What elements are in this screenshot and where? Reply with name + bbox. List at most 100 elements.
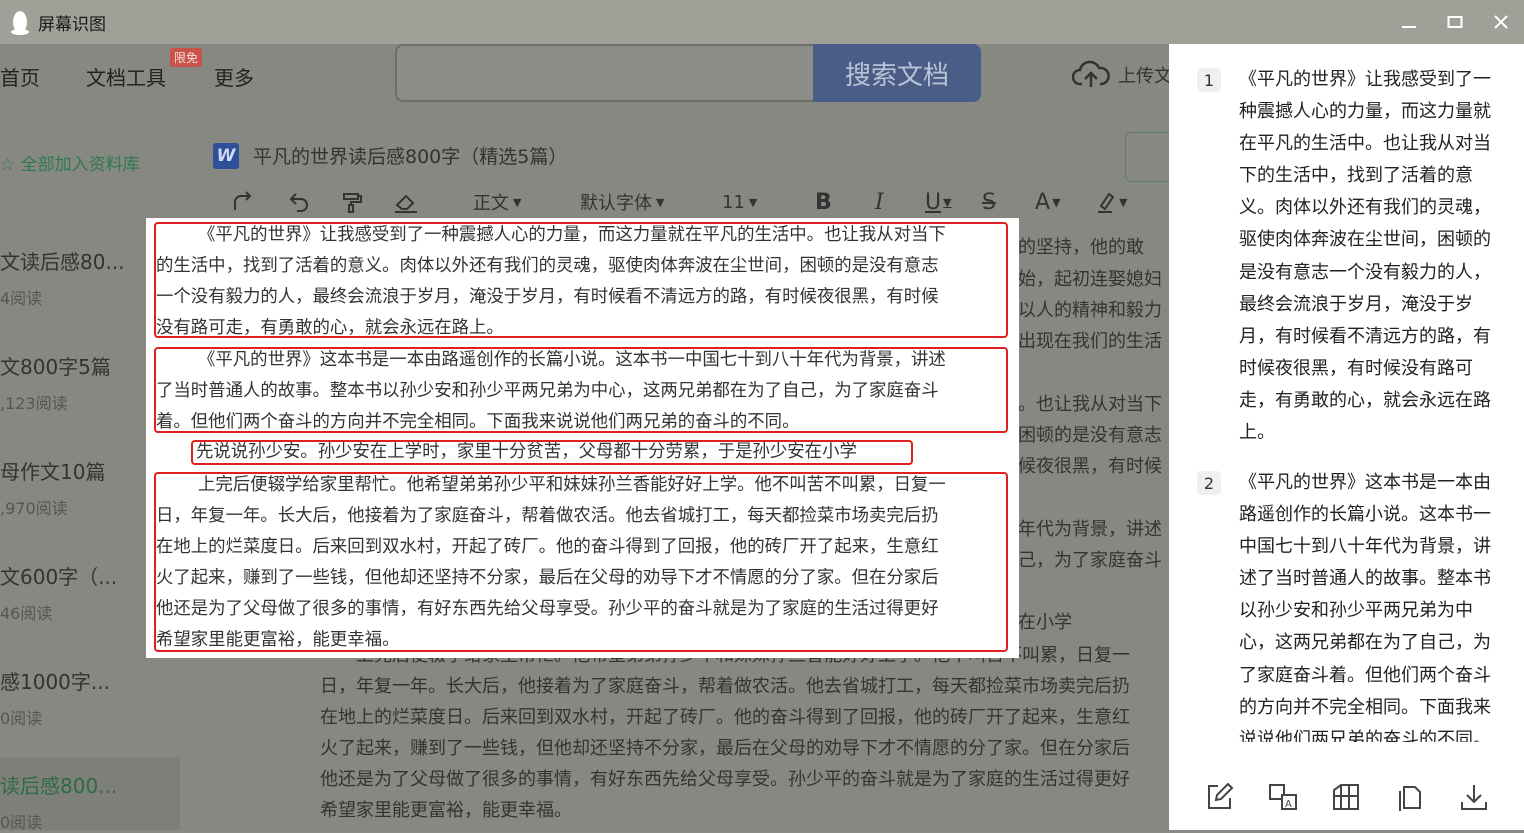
bg-line: 困顿的是没有意志 bbox=[1018, 425, 1162, 446]
ocr-line: 了当时普通人的故事。整本书以孙少安和孙少平两兄弟为中心，这两兄弟都在为了自己，为… bbox=[156, 381, 939, 401]
word-doc-icon: W bbox=[213, 142, 239, 169]
sidebar-doc-item[interactable]: 感1000字... 0阅读 bbox=[0, 666, 180, 729]
translate-icon: A bbox=[1268, 784, 1297, 810]
bg-line: 年代为背景，讲述 bbox=[1018, 519, 1162, 540]
title-bar: 屏幕识图 bbox=[0, 0, 1524, 44]
ocr-line: 他还是为了父母做了很多的事情，有好东西先给父母享受。孙少平的奋斗就是为了家庭的生… bbox=[156, 599, 939, 619]
bg-line: 。也让我从对当下 bbox=[1018, 394, 1162, 415]
paragraph-style-select[interactable]: 正文 ▼ bbox=[473, 186, 521, 218]
strikethrough-icon: S bbox=[982, 189, 996, 215]
copy-button[interactable] bbox=[1392, 779, 1428, 815]
strikethrough-button[interactable]: S bbox=[982, 186, 996, 218]
eraser-icon bbox=[395, 194, 417, 213]
undo-icon bbox=[289, 193, 308, 212]
captured-region: 《平凡的世界》让我感受到了一种震撼人心的力量，而这力量就在平凡的生活中。也让我从… bbox=[146, 218, 1019, 658]
svg-text:A: A bbox=[1285, 799, 1292, 810]
star-icon: ☆ bbox=[0, 155, 16, 175]
search-button[interactable]: 搜索文档 bbox=[813, 44, 981, 102]
font-family-select[interactable]: 默认字体 ▼ bbox=[580, 186, 664, 218]
bold-icon: B bbox=[815, 189, 832, 215]
font-family-value: 默认字体 bbox=[580, 193, 652, 214]
translate-button[interactable]: A bbox=[1265, 779, 1301, 815]
upload-button[interactable]: 上传文 bbox=[1072, 60, 1172, 90]
sidebar-doc-reads: 0阅读 bbox=[0, 709, 43, 728]
ocr-line: 没有路可走，有勇敢的心，就会永远在路上。 bbox=[156, 318, 504, 338]
ocr-result-panel: 1 《平凡的世界》让我感受到了一种震撼人心的力量，而这力量就在平凡的生活中。也让… bbox=[1169, 44, 1524, 830]
result-text[interactable]: 《平凡的世界》让我感受到了一种震撼人心的力量，而这力量就在平凡的生活中。也让我从… bbox=[1239, 64, 1497, 449]
ocr-line: 《平凡的世界》让我感受到了一种震撼人心的力量，而这力量就在平凡的生活中。也让我从… bbox=[198, 225, 946, 245]
undo-button[interactable] bbox=[287, 186, 311, 218]
paragraph-style-value: 正文 bbox=[473, 193, 509, 214]
bg-line: 始，起初连娶媳妇 bbox=[1018, 269, 1162, 290]
close-button[interactable] bbox=[1478, 0, 1524, 44]
close-icon bbox=[1494, 15, 1508, 29]
add-all-label: 全部加入资料库 bbox=[20, 155, 140, 175]
italic-icon: I bbox=[875, 189, 884, 215]
chevron-down-icon: ▼ bbox=[1119, 195, 1128, 209]
cloud-upload-icon bbox=[1072, 60, 1110, 87]
chevron-down-icon: ▼ bbox=[943, 195, 952, 209]
nav-home[interactable]: 首页 bbox=[0, 62, 40, 91]
font-color-button[interactable]: A ▼ bbox=[1035, 186, 1061, 218]
nav-more[interactable]: 更多 bbox=[214, 62, 254, 91]
free-badge: 限免 bbox=[170, 48, 203, 67]
minimize-button[interactable] bbox=[1386, 0, 1432, 44]
ocr-line: 《平凡的世界》这本书是一本由路遥创作的长篇小说。这本书一中国七十到八十年代为背景… bbox=[198, 350, 946, 370]
chevron-down-icon: ▼ bbox=[513, 195, 522, 209]
bg-line: 他还是为了父母做了很多的事情，有好东西先给父母享受。孙少平的奋斗就是为了家庭的生… bbox=[320, 769, 1130, 790]
document-header: W 平凡的世界读后感800字（精选5篇） bbox=[213, 142, 567, 169]
bg-line: 候夜很黑，有时候 bbox=[1018, 456, 1162, 477]
bg-line: 以人的精神和毅力 bbox=[1018, 300, 1162, 321]
format-painter-button[interactable] bbox=[340, 186, 364, 218]
sidebar-doc-title: 感1000字... bbox=[0, 670, 110, 694]
add-all-to-library[interactable]: ☆ 全部加入资料库 bbox=[0, 150, 140, 175]
upload-label: 上传文 bbox=[1118, 66, 1172, 87]
search-input[interactable] bbox=[395, 44, 813, 102]
bg-line: 出现在我们的生活 bbox=[1018, 331, 1162, 352]
ocr-line: 在地上的烂菜度日。后来回到双水村，开起了砖厂。他的奋斗得到了回报，他的砖厂开了起… bbox=[156, 537, 939, 557]
result-actions: A bbox=[1169, 764, 1524, 830]
result-text[interactable]: 《平凡的世界》这本书是一本由路遥创作的长篇小说。这本书一中国七十到八十年代为背景… bbox=[1239, 467, 1497, 742]
chevron-down-icon: ▼ bbox=[748, 195, 758, 209]
edit-button[interactable] bbox=[1201, 779, 1237, 815]
nav-doc-tools[interactable]: 文档工具 bbox=[86, 62, 166, 91]
bg-line: 的坚持，他的敢 bbox=[1018, 237, 1144, 258]
layout-icon bbox=[1333, 784, 1360, 810]
ocr-line: 火了起来，赚到了一些钱，但他却还坚持不分家，最后在父母的劝导下才不情愿的分了家。… bbox=[156, 568, 939, 588]
highlighter-icon bbox=[1098, 192, 1115, 213]
minimize-icon bbox=[1402, 26, 1416, 28]
copy-icon bbox=[1399, 786, 1422, 811]
italic-button[interactable]: I bbox=[875, 186, 884, 218]
bg-line: 日，年复一年。长大后，他接着为了家庭奋斗，帮着做农活。他去省城打工，每天都捡菜市… bbox=[320, 676, 1130, 697]
background-document-bottom: 上完后便辍学给家里帮忙。他希望弟弟孙少平和妹妹孙兰香能好好上学。他不叫苦不叫累，… bbox=[320, 640, 1169, 830]
underline-button[interactable]: U ▼ bbox=[925, 186, 952, 218]
underline-icon: U bbox=[925, 189, 942, 215]
highlight-button[interactable]: ▼ bbox=[1095, 186, 1127, 218]
sidebar-doc-reads: 0阅读 bbox=[0, 813, 43, 832]
ocr-line: 一个没有毅力的人，最终会流浪于岁月，淹没于岁月，有时候看不清远方的路，有时候夜很… bbox=[156, 287, 939, 307]
document-title: 平凡的世界读后感800字（精选5篇） bbox=[253, 146, 568, 168]
ocr-line: 的生活中，找到了活着的意义。肉体以外还有我们的灵魂，驱使肉体奔波在尘世间，困顿的… bbox=[156, 256, 939, 276]
font-size-select[interactable]: 11 ▼ bbox=[722, 186, 757, 218]
eraser-button[interactable] bbox=[393, 186, 419, 218]
ocr-line: 希望家里能更富裕，能更幸福。 bbox=[156, 630, 400, 650]
download-icon bbox=[1461, 785, 1488, 810]
result-number: 2 bbox=[1197, 471, 1221, 495]
edit-icon bbox=[1207, 782, 1234, 809]
download-button[interactable] bbox=[1456, 779, 1492, 815]
font-color-icon: A bbox=[1035, 189, 1051, 215]
result-list[interactable]: 1 《平凡的世界》让我感受到了一种震撼人心的力量，而这力量就在平凡的生活中。也让… bbox=[1169, 44, 1524, 742]
font-size-value: 11 bbox=[722, 191, 745, 213]
redo-button[interactable] bbox=[231, 186, 255, 218]
window-title: 屏幕识图 bbox=[38, 14, 106, 35]
bg-line: 火了起来，赚到了一些钱，但他却还坚持不分家，最后在父母的劝导下才不情愿的分了家。… bbox=[320, 738, 1130, 759]
sidebar-doc-item[interactable]: 读后感800... 0阅读 bbox=[0, 770, 180, 833]
format-painter-icon bbox=[343, 193, 362, 213]
layout-button[interactable] bbox=[1328, 779, 1364, 815]
ocr-line: 着。但他们两个奋斗的方向并不完全相同。下面我来说说他们两兄弟的奋斗的不同。 bbox=[156, 412, 800, 432]
ocr-line: 先说说孙少安。孙少安在上学时，家里十分贫苦，父母都十分劳累，于是孙少安在小学 bbox=[196, 442, 857, 462]
maximize-button[interactable] bbox=[1432, 0, 1478, 44]
bg-line: 在小学 bbox=[1018, 612, 1072, 633]
bg-line: 在地上的烂菜度日。后来回到双水村，开起了砖厂。他的奋斗得到了回报，他的砖厂开了起… bbox=[320, 707, 1130, 728]
bold-button[interactable]: B bbox=[815, 186, 832, 218]
